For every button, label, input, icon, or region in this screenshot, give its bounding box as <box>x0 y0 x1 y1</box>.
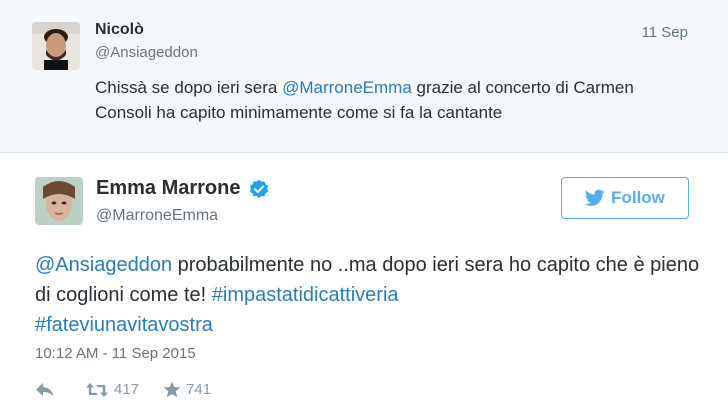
like-count: 741 <box>186 381 212 398</box>
author-name[interactable]: Nicolò <box>95 21 144 39</box>
avatar[interactable] <box>32 22 80 70</box>
author-name[interactable]: Emma Marrone <box>96 177 241 200</box>
tweet-time[interactable]: 11 Sep <box>642 24 688 41</box>
tweet-text-part: Chissà se dopo ieri sera <box>95 78 283 97</box>
follow-button-label: Follow <box>611 188 665 207</box>
retweet-button[interactable]: 417 <box>85 381 139 398</box>
retweet-count: 417 <box>114 381 140 398</box>
tweet-text: Chissà se dopo ieri sera @MarroneEmma gr… <box>95 75 695 125</box>
reply-icon <box>36 382 54 396</box>
retweet-icon <box>86 382 108 397</box>
follow-button[interactable]: Follow <box>561 177 689 219</box>
author-handle[interactable]: @Ansiageddon <box>95 44 198 61</box>
reply-button[interactable] <box>35 382 55 398</box>
tweet-actions: 417 741 <box>35 381 211 398</box>
mention-link[interactable]: @Ansiageddon <box>35 254 172 276</box>
tweet-timestamp[interactable]: 10:12 AM - 11 Sep 2015 <box>35 345 196 362</box>
avatar[interactable] <box>35 177 83 225</box>
author-name-row: Emma Marrone <box>96 177 269 200</box>
twitter-bird-icon <box>585 189 605 206</box>
tweet-text: @Ansiageddon probabilmente no ..ma dopo … <box>35 250 705 340</box>
parent-tweet: Nicolò @Ansiageddon 11 Sep Chissà se dop… <box>0 0 728 153</box>
mention-link[interactable]: @MarroneEmma <box>282 78 412 97</box>
verified-badge-icon <box>249 179 269 199</box>
hashtag-link[interactable]: #fateviunavitavostra <box>35 314 213 336</box>
author-handle[interactable]: @MarroneEmma <box>96 207 218 225</box>
star-icon <box>163 381 181 398</box>
like-button[interactable]: 741 <box>163 381 211 398</box>
hashtag-link[interactable]: #impastatidicattiveria <box>212 284 399 306</box>
